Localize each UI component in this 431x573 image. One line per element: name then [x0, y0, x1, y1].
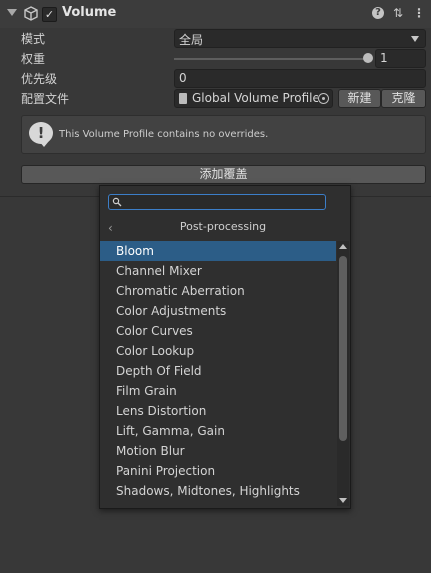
add-override-button[interactable]: 添加覆盖 [21, 165, 426, 184]
search-icon [112, 197, 122, 207]
cube-icon [24, 6, 38, 21]
info-bubble-icon: ! [29, 122, 53, 147]
foldout-arrow-icon[interactable] [7, 9, 17, 16]
breadcrumb: Post-processing [179, 220, 267, 233]
clone-profile-button[interactable]: 克隆 [381, 89, 426, 108]
enabled-checkbox[interactable]: ✓ [42, 7, 57, 22]
list-item[interactable]: Lens Distortion [100, 401, 336, 421]
list-item[interactable]: Color Lookup [100, 341, 336, 361]
mode-dropdown[interactable]: 全局 [174, 29, 426, 48]
list-item[interactable]: Chromatic Aberration [100, 281, 336, 301]
mode-label: 模式 [21, 32, 46, 46]
more-menu-icon[interactable]: ⋮ [412, 6, 426, 20]
weight-slider-track[interactable] [174, 58, 368, 60]
priority-label: 优先级 [21, 72, 58, 86]
priority-input[interactable]: 0 [174, 69, 426, 88]
list-item[interactable]: Lift, Gamma, Gain [100, 421, 336, 441]
weight-input[interactable]: 1 [375, 49, 426, 68]
chevron-down-icon [411, 36, 419, 42]
scrollbar[interactable] [337, 241, 349, 506]
mode-value: 全局 [179, 33, 204, 47]
list-item[interactable]: Channel Mixer [100, 261, 336, 281]
list-item[interactable]: Film Grain [100, 381, 336, 401]
scroll-up-arrow-icon[interactable] [339, 244, 347, 249]
search-field[interactable] [108, 194, 326, 210]
list-item[interactable]: Color Curves [100, 321, 336, 341]
object-picker-icon[interactable] [318, 93, 329, 104]
override-list: Bloom Channel Mixer Chromatic Aberration Co… [100, 241, 336, 506]
back-arrow-icon[interactable]: ‹ [108, 221, 113, 235]
list-item[interactable]: Shadows, Midtones, Highlights [100, 481, 336, 501]
weight-value: 1 [380, 51, 388, 65]
profile-label: 配置文件 [21, 92, 70, 106]
list-item[interactable]: Bloom [100, 241, 336, 261]
scroll-down-arrow-icon[interactable] [339, 498, 347, 503]
new-profile-button[interactable]: 新建 [338, 89, 381, 108]
list-item[interactable]: Panini Projection [100, 461, 336, 481]
priority-value: 0 [179, 71, 187, 85]
list-item[interactable]: Color Adjustments [100, 301, 336, 321]
list-item[interactable]: Motion Blur [100, 441, 336, 461]
asset-file-icon [179, 93, 187, 104]
component-title: Volume [62, 5, 117, 20]
help-box-text: This Volume Profile contains no override… [59, 129, 269, 140]
list-item[interactable]: Depth Of Field [100, 361, 336, 381]
info-help-box: ! This Volume Profile contains no overri… [21, 115, 426, 154]
profile-object-field[interactable]: Global Volume Profile [174, 89, 333, 108]
help-icon[interactable]: ? [371, 6, 385, 20]
weight-label: 权重 [21, 52, 46, 66]
weight-slider-handle[interactable] [363, 53, 373, 63]
scrollbar-thumb[interactable] [339, 256, 347, 441]
search-input[interactable] [125, 195, 321, 209]
preset-sliders-icon[interactable]: ⇅ [391, 6, 405, 20]
profile-value: Global Volume Profile [192, 91, 318, 105]
add-override-popup: Post-processing ‹ Bloom Channel Mixer Chro… [99, 185, 351, 509]
